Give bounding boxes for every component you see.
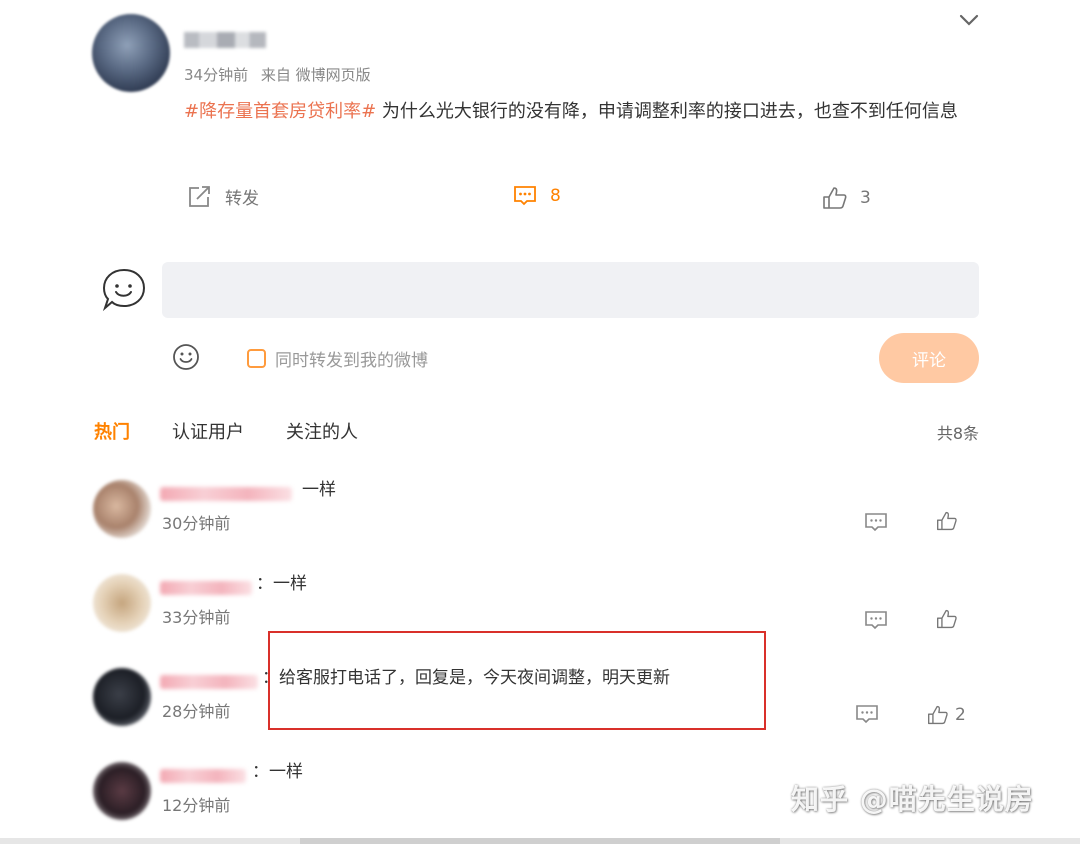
- post-author-name-blurred[interactable]: [184, 32, 266, 48]
- comment-like-count: 2: [955, 705, 966, 725]
- thumbs-up-icon: [937, 609, 957, 629]
- comment-like-button[interactable]: [936, 608, 964, 630]
- comment-icon: [514, 186, 536, 206]
- repost-to-weibo-label: 同时转发到我的微博: [275, 351, 428, 371]
- like-count: 3: [860, 188, 871, 208]
- tab-hot[interactable]: 热门: [94, 418, 130, 444]
- smiley-face-icon: [102, 268, 146, 312]
- post-author-avatar[interactable]: [92, 14, 170, 92]
- comment-avatar[interactable]: [93, 668, 151, 726]
- comment-username-blurred[interactable]: [160, 769, 246, 783]
- post-text: 为什么光大银行的没有降，申请调整利率的接口进去，也查不到任何信息: [376, 101, 958, 122]
- scrollbar-thumb[interactable]: [300, 838, 780, 844]
- repost-label: 转发: [225, 189, 259, 209]
- comment-text: 一样: [302, 480, 336, 500]
- thumbs-up-icon: [937, 511, 957, 531]
- comment-time: 12分钟前: [162, 796, 231, 815]
- reply-icon[interactable]: [855, 704, 879, 726]
- comment-username-blurred[interactable]: [160, 581, 252, 595]
- chevron-down-icon[interactable]: [958, 12, 980, 28]
- repost-to-weibo-checkbox[interactable]: 同时转发到我的微博: [247, 346, 428, 371]
- comment-username-blurred[interactable]: [160, 675, 258, 689]
- horizontal-scrollbar[interactable]: [0, 838, 1080, 844]
- comment-count: 8: [550, 186, 561, 206]
- comment-filter-tabs: 热门 认证用户 关注的人: [94, 418, 358, 444]
- post-meta: 34分钟前 来自 微博网页版: [184, 64, 371, 85]
- comment-like-button[interactable]: 2: [927, 704, 966, 726]
- comment-item: 一样 30分钟前: [0, 476, 1080, 570]
- thumbs-up-icon: [928, 705, 948, 725]
- watermark: 知乎 @喵先生说房: [791, 783, 1034, 816]
- comment-time: 33分钟前: [162, 608, 231, 627]
- reply-icon[interactable]: [864, 610, 888, 632]
- post-time: 34分钟前: [184, 66, 249, 84]
- comment-time: 30分钟前: [162, 514, 231, 533]
- emoji-icon[interactable]: [172, 343, 200, 371]
- comment-text: ：一样: [256, 574, 307, 594]
- repost-button[interactable]: 转发: [187, 184, 259, 209]
- submit-comment-button[interactable]: 评论: [879, 333, 979, 383]
- checkbox-icon[interactable]: [247, 349, 266, 368]
- comment-time: 28分钟前: [162, 702, 231, 721]
- comment-text: ：一样: [252, 762, 303, 782]
- like-button[interactable]: 3: [822, 186, 871, 210]
- tab-following[interactable]: 关注的人: [286, 418, 358, 444]
- tab-verified-users[interactable]: 认证用户: [172, 418, 244, 444]
- post-source: 来自 微博网页版: [260, 66, 371, 84]
- comment-button[interactable]: 8: [512, 184, 561, 208]
- highlight-annotation-box: [268, 631, 766, 730]
- comment-avatar[interactable]: [93, 762, 151, 820]
- reply-icon[interactable]: [864, 512, 888, 534]
- thumbs-up-icon: [823, 187, 847, 209]
- comment-avatar[interactable]: [93, 480, 151, 538]
- comment-avatar[interactable]: [93, 574, 151, 632]
- repost-icon: [189, 185, 210, 207]
- comment-like-button[interactable]: [936, 510, 964, 532]
- comment-username-blurred[interactable]: [160, 487, 292, 501]
- post-hashtag[interactable]: #降存量首套房贷利率#: [184, 101, 376, 122]
- comment-total: 共8条: [936, 424, 979, 443]
- comment-input[interactable]: [162, 262, 979, 318]
- post-body: #降存量首套房贷利率# 为什么光大银行的没有降，申请调整利率的接口进去，也查不到…: [184, 94, 984, 129]
